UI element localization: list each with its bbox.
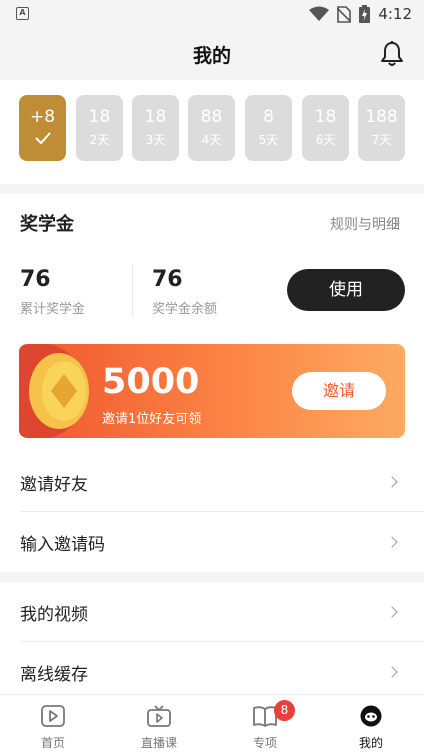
checkin-points: 188 <box>365 107 398 127</box>
checkin-panel: +8 18 2天 18 3天 88 4天 8 5天 18 6天 188 7天 <box>0 80 424 184</box>
checkin-day-label: 6天 <box>315 133 336 147</box>
total-scholarship-value: 76 <box>20 267 51 292</box>
page-header: 我的 <box>0 28 424 80</box>
reward-amount: 5000 <box>102 362 200 402</box>
status-icons: 4:12 <box>309 4 412 24</box>
menu-item-label: 离线缓存 <box>20 665 88 685</box>
menu-item-label: 我的视频 <box>20 605 88 625</box>
notification-a-icon: A <box>16 7 29 20</box>
nav-label: 我的 <box>358 736 383 750</box>
chevron-right-icon <box>386 476 398 488</box>
live-tv-icon <box>147 705 171 727</box>
total-scholarship-label: 累计奖学金 <box>20 302 86 317</box>
chevron-right-icon <box>386 666 398 678</box>
home-play-icon <box>41 705 65 727</box>
checkin-day-7[interactable]: 188 7天 <box>358 95 405 161</box>
invite-button[interactable]: 邀请 <box>292 372 386 410</box>
checkin-day-label: 4天 <box>201 133 222 147</box>
scholarship-title: 奖学金 <box>20 214 74 235</box>
chevron-right-icon <box>386 536 398 548</box>
nav-label: 直播课 <box>140 736 177 750</box>
checkin-day-2[interactable]: 18 2天 <box>76 95 123 161</box>
balance-label: 奖学金余额 <box>152 302 218 317</box>
status-time: 4:12 <box>378 5 412 23</box>
nav-home[interactable]: 首页 <box>0 695 106 753</box>
checkin-day-label: 3天 <box>145 133 166 147</box>
menu-invite-friends[interactable]: 邀请好友 <box>0 452 424 512</box>
checkin-day-5[interactable]: 8 5天 <box>245 95 292 161</box>
checkin-day-label: 5天 <box>258 133 279 147</box>
menu-item-label: 邀请好友 <box>20 475 88 495</box>
menu-item-label: 输入邀请码 <box>20 535 105 555</box>
status-bar: A 4:12 <box>0 0 424 28</box>
battery-charging-icon <box>359 5 371 23</box>
nav-mine[interactable]: 我的 <box>318 695 424 753</box>
chevron-right-icon <box>386 606 398 618</box>
checkin-points: 18 <box>314 107 337 127</box>
stat-divider <box>132 264 133 316</box>
menu-enter-invite-code[interactable]: 输入邀请码 <box>0 512 424 572</box>
page-title: 我的 <box>192 45 231 67</box>
checkin-points: 18 <box>88 107 111 127</box>
balance-value: 76 <box>152 267 183 292</box>
invite-banner[interactable]: 5000 邀请1位好友可领 邀请 <box>19 344 405 438</box>
use-button[interactable]: 使用 <box>287 269 405 311</box>
checkin-day-6[interactable]: 18 6天 <box>302 95 349 161</box>
wifi-icon <box>309 6 330 21</box>
checkmark-icon <box>34 132 51 145</box>
menu-my-videos[interactable]: 我的视频 <box>0 582 424 642</box>
no-sim-icon <box>337 5 352 23</box>
checkin-day-1[interactable]: +8 <box>19 95 66 161</box>
checkin-points: 88 <box>200 107 223 127</box>
checkin-points: 8 <box>263 107 274 127</box>
profile-icon <box>360 705 382 727</box>
menu-offline-cache[interactable]: 离线缓存 <box>0 642 424 694</box>
checkin-points: 18 <box>144 107 167 127</box>
nav-topics[interactable]: 8 专项 <box>212 695 318 753</box>
checkin-day-label: 7天 <box>371 133 392 147</box>
nav-label: 专项 <box>252 736 277 750</box>
reward-description: 邀请1位好友可领 <box>102 412 202 427</box>
notification-badge: 8 <box>274 700 295 721</box>
scholarship-panel: 奖学金 规则与明细 76 累计奖学金 76 奖学金余额 使用 5000 邀请1位… <box>0 194 424 452</box>
bottom-nav: 首页 直播课 8 专项 我的 <box>0 694 424 753</box>
coin-icon <box>19 344 89 438</box>
bell-icon[interactable] <box>380 41 404 67</box>
nav-live-class[interactable]: 直播课 <box>106 695 212 753</box>
checkin-day-3[interactable]: 18 3天 <box>132 95 179 161</box>
checkin-day-4[interactable]: 88 4天 <box>188 95 235 161</box>
checkin-points: +8 <box>29 107 56 127</box>
nav-label: 首页 <box>40 736 65 750</box>
checkin-day-label: 2天 <box>89 133 110 147</box>
